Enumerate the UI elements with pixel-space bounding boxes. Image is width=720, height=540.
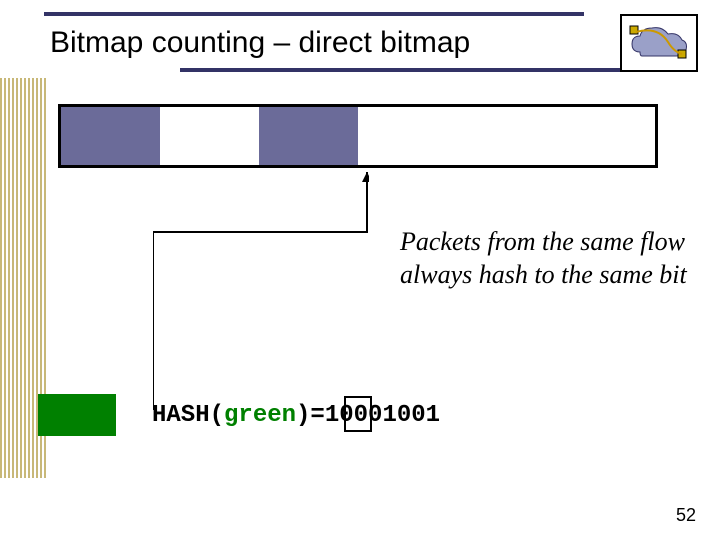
bitmap-cell: [556, 107, 655, 165]
bitmap-cell: [259, 107, 358, 165]
bitmap-array: [58, 104, 658, 168]
hash-value: 10001001: [325, 402, 440, 429]
bitmap-cell: [457, 107, 556, 165]
hash-prefix: HASH(: [152, 402, 224, 429]
bitmap-cell: [358, 107, 457, 165]
connector-line: [153, 172, 369, 426]
hash-mid: )=: [296, 402, 325, 429]
slide-title: Bitmap counting – direct bitmap: [50, 26, 470, 60]
annotation-text: Packets from the same flow always hash t…: [400, 226, 710, 291]
bitmap-cell: [61, 107, 160, 165]
header-rule-top: [44, 12, 584, 16]
hash-arg: green: [224, 402, 296, 429]
green-packet-box: [38, 394, 116, 436]
bitmap-cell: [160, 107, 259, 165]
cloud-icon: [628, 22, 690, 64]
cloud-logo: [620, 14, 698, 72]
page-number: 52: [676, 505, 696, 526]
header-rule-bottom: [180, 68, 690, 72]
hash-expression: HASH(green)=10001001: [152, 402, 440, 429]
